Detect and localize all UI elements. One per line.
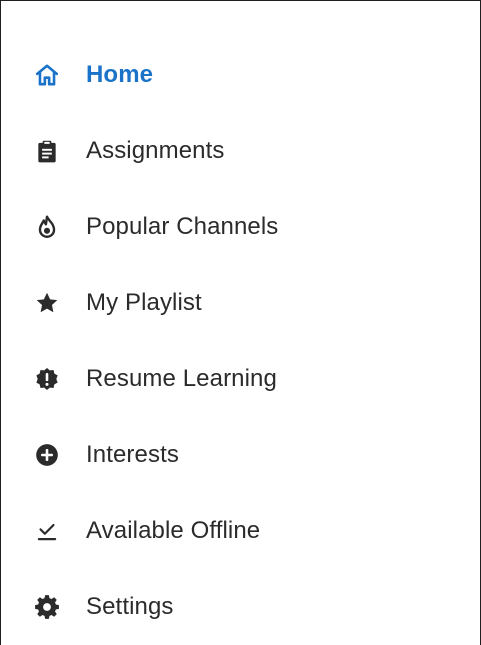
menu-item-home[interactable]: Home [1,37,480,113]
clipboard-icon [34,138,60,164]
fire-icon [34,214,60,240]
download-check-icon [34,518,60,544]
gear-icon [34,594,60,620]
menu-item-my-playlist[interactable]: My Playlist [1,265,480,341]
home-icon [34,62,60,88]
menu-item-label: Resume Learning [86,365,277,392]
navigation-drawer: Home Assignments Popular Channels My Pla… [0,0,481,645]
menu-item-resume-learning[interactable]: Resume Learning [1,341,480,417]
menu-item-label: Home [86,61,154,88]
nav-menu: Home Assignments Popular Channels My Pla… [1,37,480,645]
menu-item-label: Settings [86,593,174,620]
alert-badge-icon [34,366,60,392]
menu-item-label: Interests [86,441,179,468]
menu-item-label: Assignments [86,137,225,164]
menu-item-label: My Playlist [86,289,202,316]
menu-item-settings[interactable]: Settings [1,569,480,645]
menu-item-label: Available Offline [86,517,261,544]
menu-item-interests[interactable]: Interests [1,417,480,493]
menu-item-available-offline[interactable]: Available Offline [1,493,480,569]
menu-item-assignments[interactable]: Assignments [1,113,480,189]
menu-item-popular-channels[interactable]: Popular Channels [1,189,480,265]
menu-item-label: Popular Channels [86,213,279,240]
star-icon [34,290,60,316]
plus-circle-icon [34,442,60,468]
